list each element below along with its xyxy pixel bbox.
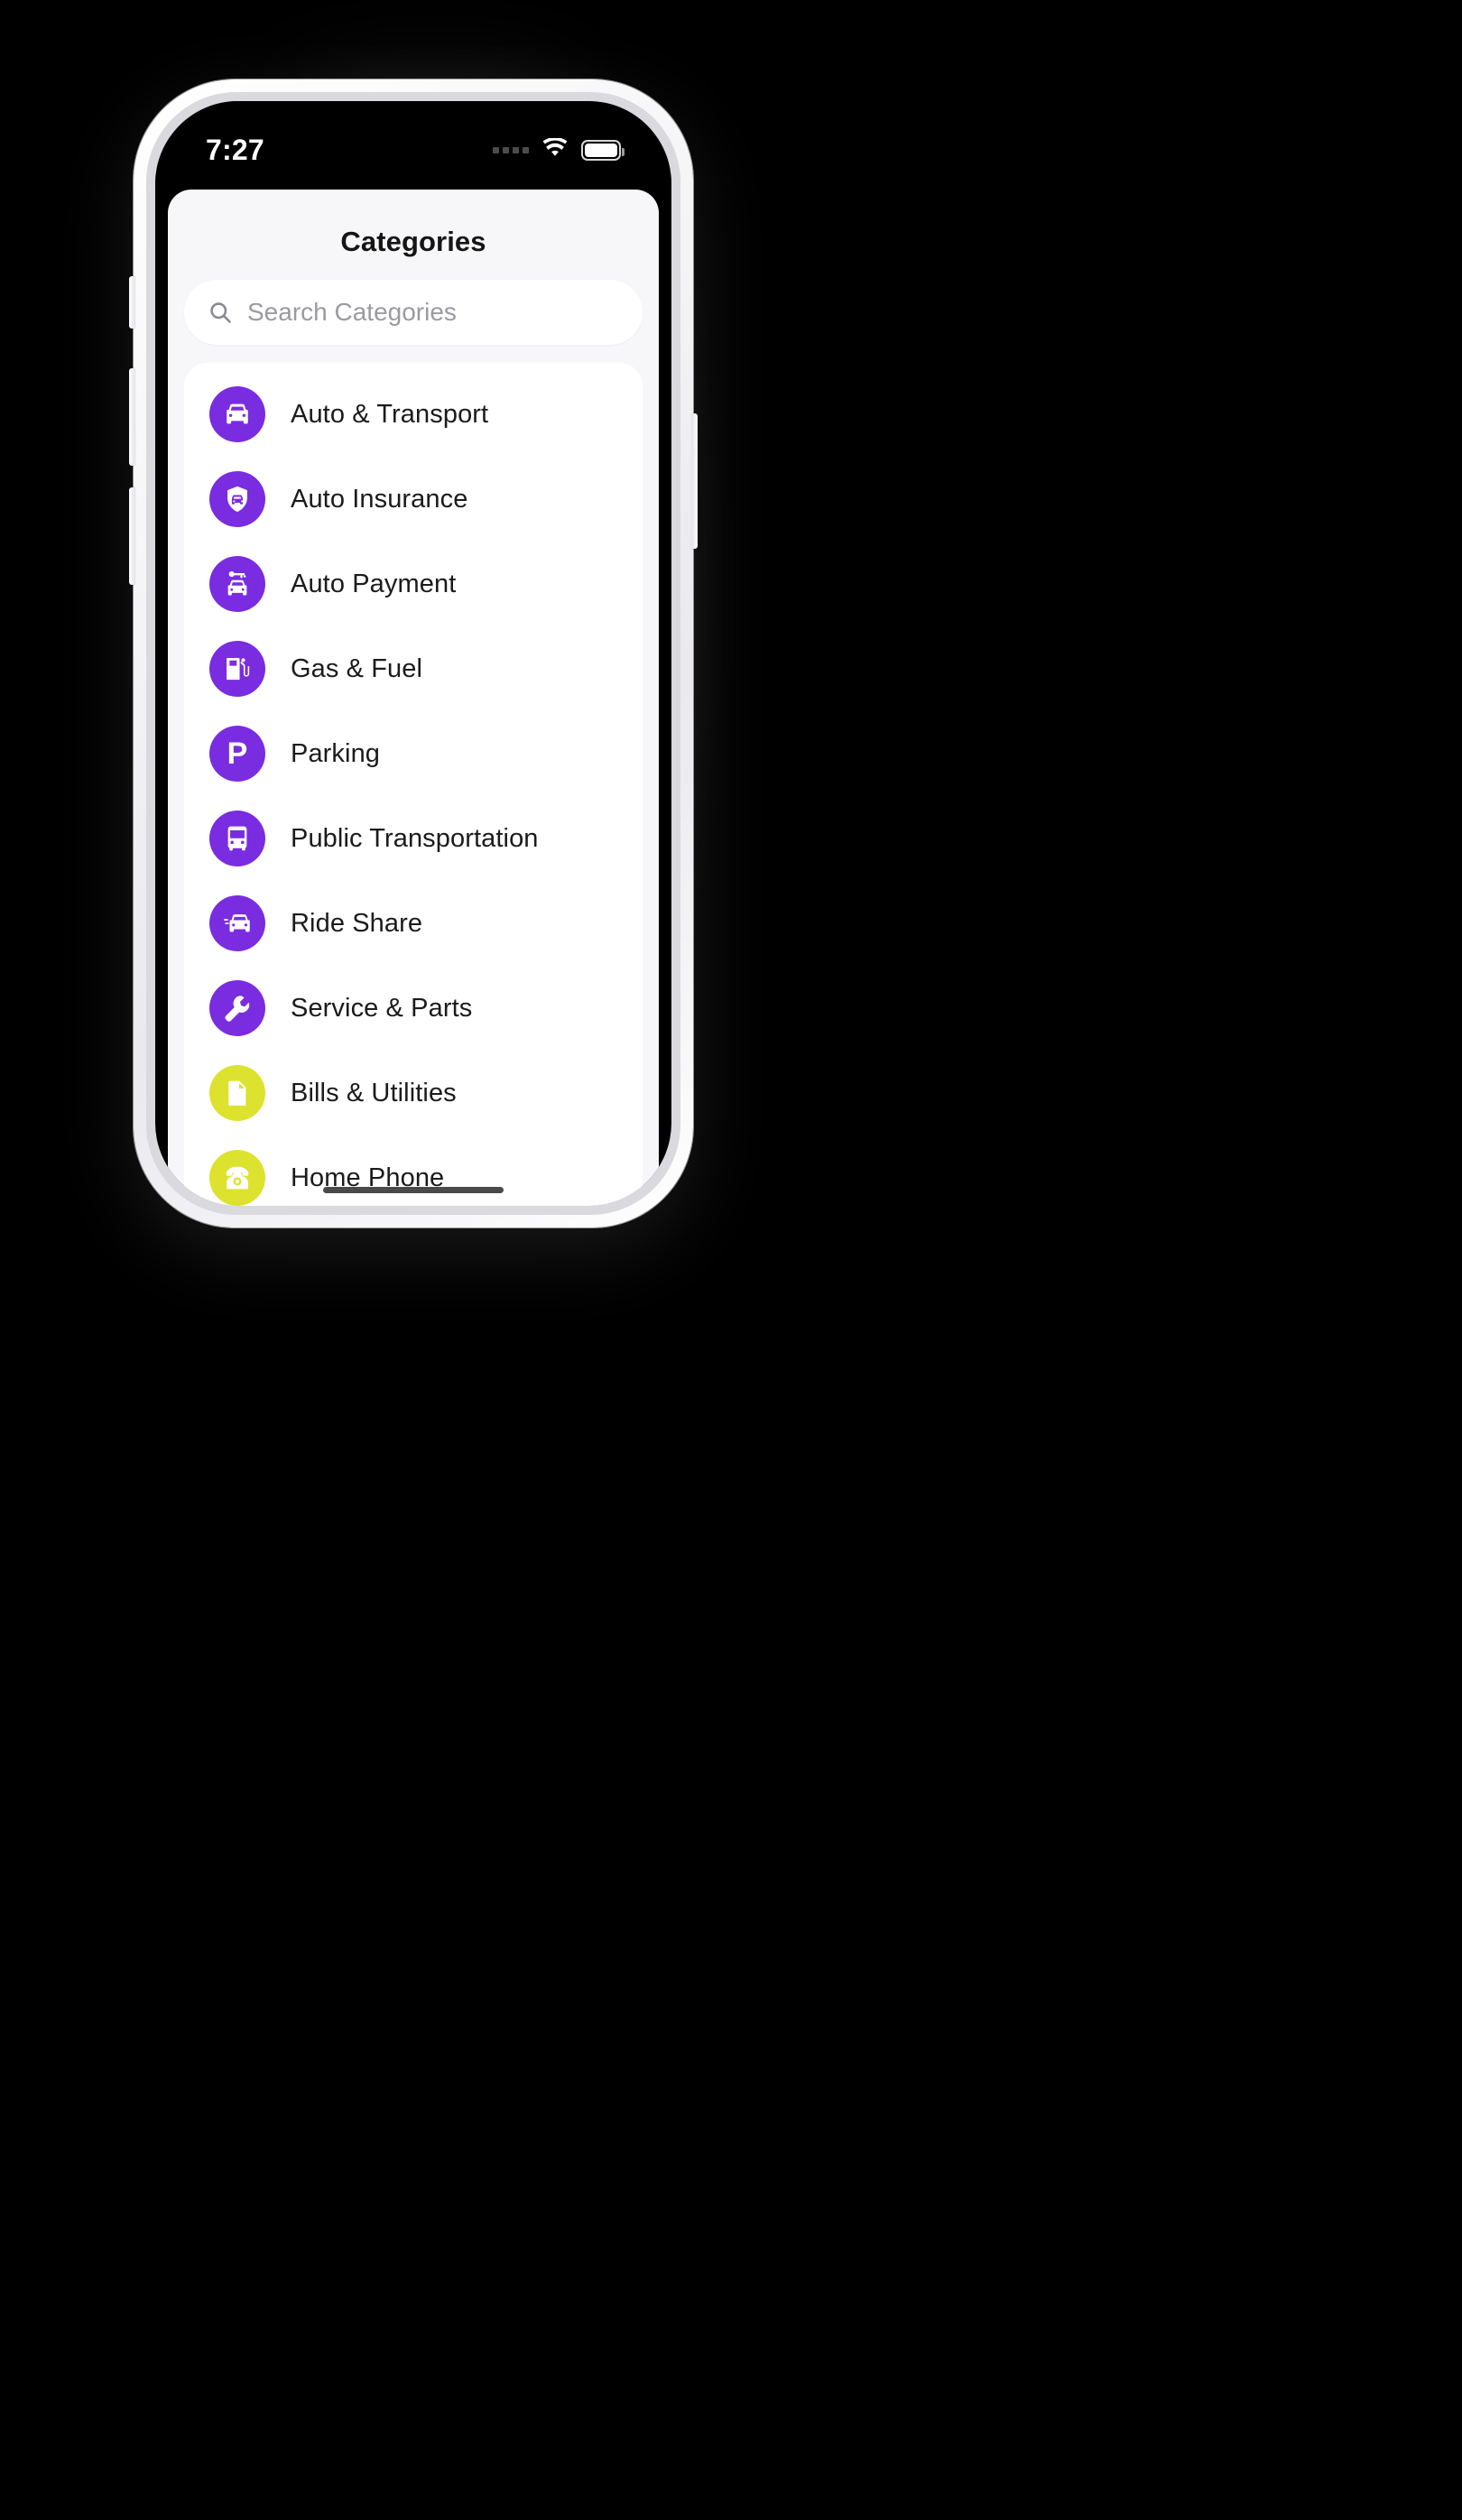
rotary-phone-icon <box>209 1150 265 1206</box>
search-input[interactable] <box>247 298 619 327</box>
parking-letter-glyph: P <box>227 738 248 769</box>
wrench-icon <box>209 980 265 1036</box>
car-front-icon <box>209 386 265 442</box>
shield-car-icon <box>209 471 265 527</box>
categories-screen: Categories <box>168 190 659 1206</box>
status-bar-clock: 7:27 <box>206 134 264 167</box>
category-row-service-parts[interactable]: Service & Parts <box>184 966 643 1051</box>
search-bar[interactable] <box>184 280 643 345</box>
category-row-bills-utilities[interactable]: Bills & Utilities <box>184 1051 643 1135</box>
category-label: Auto Payment <box>291 570 456 599</box>
category-row-auto-payment[interactable]: Auto Payment <box>184 542 643 626</box>
category-label: Public Transportation <box>291 824 539 854</box>
ride-share-car-icon <box>209 895 265 951</box>
fuel-pump-icon <box>209 641 265 697</box>
phone-screen: 7:27 <box>155 101 671 1206</box>
phone-device-frame: 7:27 <box>134 79 693 1228</box>
category-row-parking[interactable]: P Parking <box>184 711 643 796</box>
screenshot-stage: 7:27 <box>0 0 1462 2520</box>
category-label: Parking <box>291 739 380 769</box>
parking-letter-p-icon: P <box>209 726 265 782</box>
bus-icon <box>209 811 265 866</box>
power-button[interactable] <box>691 413 698 549</box>
category-row-gas-fuel[interactable]: Gas & Fuel <box>184 626 643 711</box>
car-key-icon <box>209 556 265 612</box>
battery-full-icon <box>581 140 621 161</box>
search-section <box>168 280 659 363</box>
category-label: Home Phone <box>291 1163 444 1193</box>
category-label: Auto Insurance <box>291 485 467 514</box>
status-bar: 7:27 <box>155 101 671 184</box>
categories-list: Auto & Transport Auto Insurance <box>184 363 643 1206</box>
category-label: Bills & Utilities <box>291 1079 457 1108</box>
category-label: Auto & Transport <box>291 400 488 430</box>
category-row-public-transportation[interactable]: Public Transportation <box>184 796 643 881</box>
category-label: Ride Share <box>291 909 422 939</box>
wifi-icon <box>541 138 569 162</box>
mute-switch-button[interactable] <box>129 276 135 329</box>
category-row-ride-share[interactable]: Ride Share <box>184 881 643 966</box>
category-label: Gas & Fuel <box>291 654 422 684</box>
document-icon <box>209 1065 265 1121</box>
category-row-home-phone[interactable]: Home Phone <box>184 1135 643 1206</box>
volume-down-button[interactable] <box>129 487 135 585</box>
search-icon <box>208 300 233 325</box>
sheet-top-spacer <box>168 190 659 206</box>
status-bar-indicators <box>493 138 621 162</box>
cellular-dots-icon <box>493 147 529 153</box>
category-row-auto-transport[interactable]: Auto & Transport <box>184 372 643 457</box>
page-title: Categories <box>168 206 659 280</box>
category-label: Service & Parts <box>291 994 472 1024</box>
volume-up-button[interactable] <box>129 368 135 466</box>
category-row-auto-insurance[interactable]: Auto Insurance <box>184 457 643 542</box>
